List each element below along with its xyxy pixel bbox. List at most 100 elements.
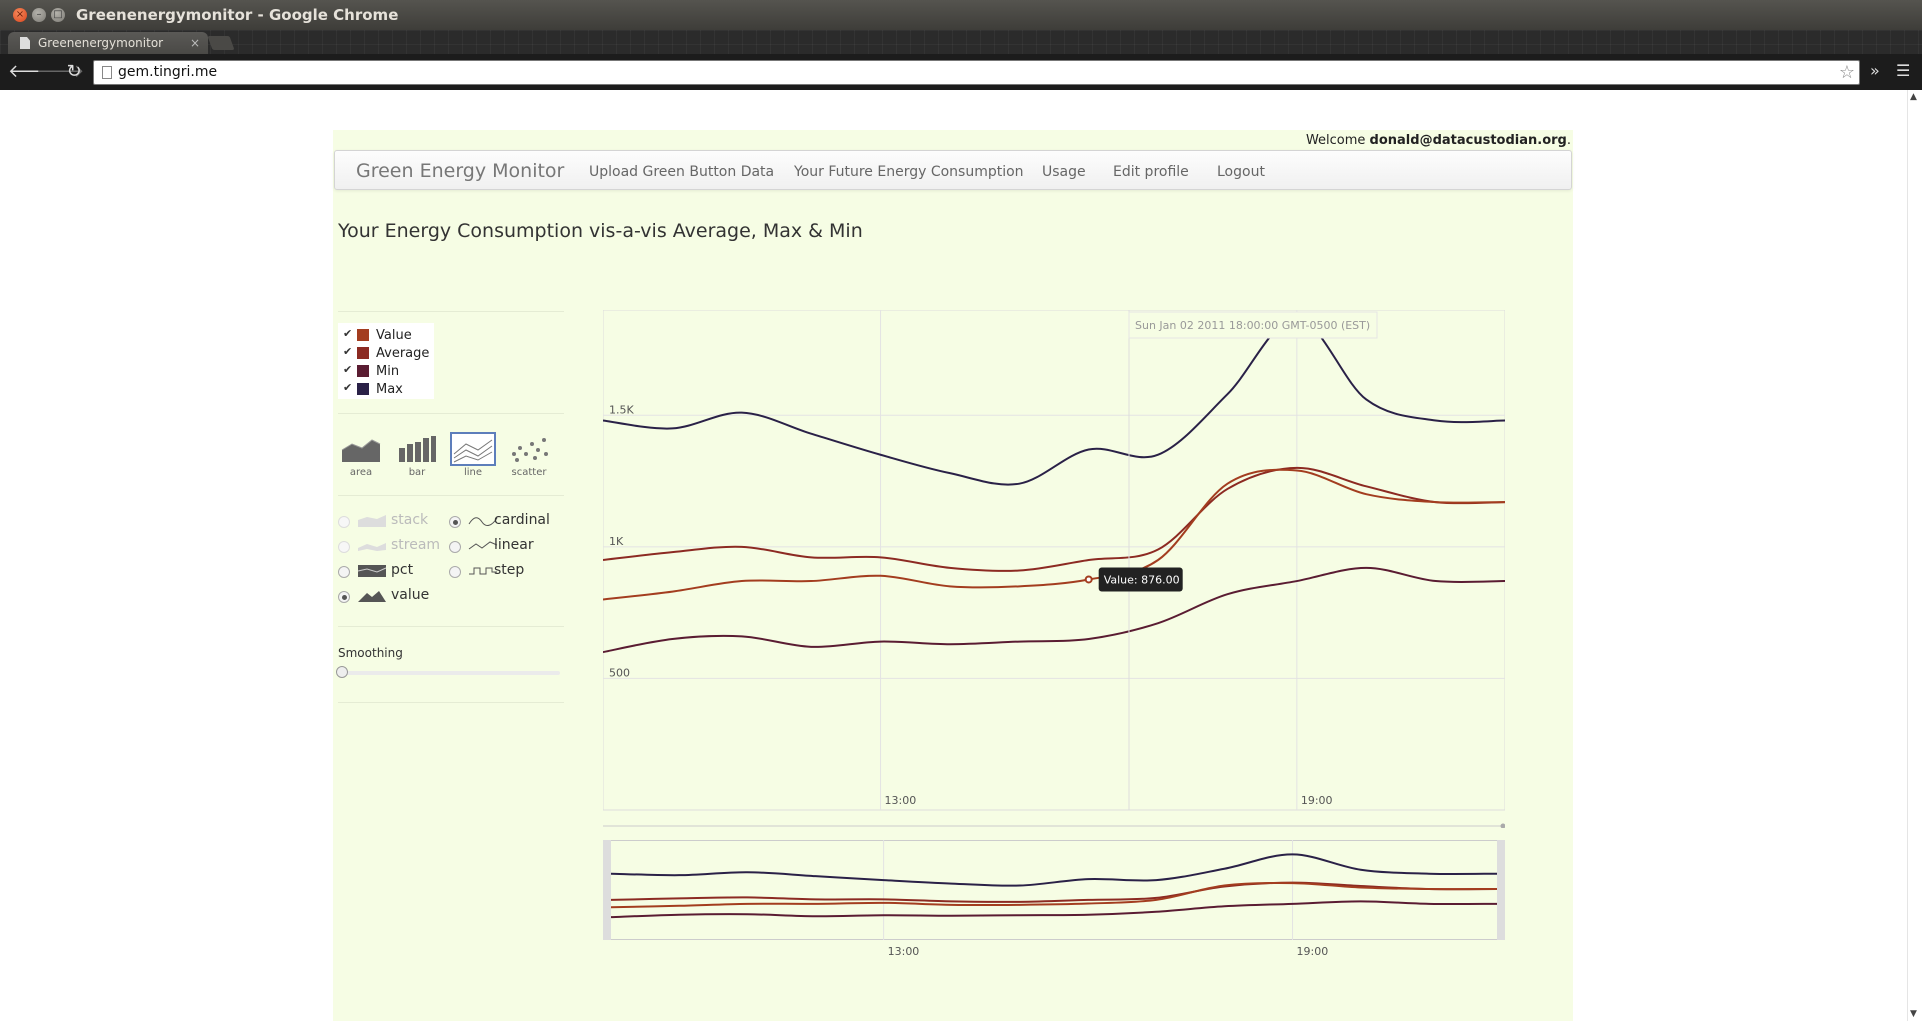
maximize-window-icon[interactable]: □ bbox=[51, 8, 65, 22]
range-preview-chart[interactable]: 13:00 19:00 bbox=[603, 840, 1505, 958]
radio-value[interactable] bbox=[338, 591, 350, 603]
legend-label: Min bbox=[376, 364, 400, 379]
page-title: Your Energy Consumption vis-a-vis Averag… bbox=[338, 220, 863, 242]
offset-value[interactable]: value bbox=[338, 587, 438, 607]
address-bar[interactable]: gem.tingri.me ☆ bbox=[93, 60, 1860, 85]
divider bbox=[338, 413, 564, 414]
extensions-overflow-icon[interactable]: » bbox=[1870, 61, 1880, 80]
check-icon[interactable]: ✔ bbox=[343, 327, 352, 340]
legend-label: Value bbox=[376, 328, 412, 343]
radio-stack[interactable] bbox=[338, 516, 350, 528]
minimize-window-icon[interactable]: – bbox=[32, 8, 46, 22]
radio-stream[interactable] bbox=[338, 541, 350, 553]
nav-usage[interactable]: Usage bbox=[1042, 164, 1086, 180]
renderer-label: scatter bbox=[511, 467, 547, 478]
radio-cardinal[interactable] bbox=[449, 516, 461, 528]
window-titlebar: × – □ Greenenergymonitor - Google Chrome bbox=[0, 0, 1922, 30]
renderer-line[interactable]: line bbox=[449, 432, 497, 478]
scroll-down-icon[interactable]: ▼ bbox=[1910, 1009, 1917, 1019]
tooltip-text: Value: 876.00 bbox=[1104, 573, 1180, 586]
plot-frame bbox=[603, 310, 1505, 811]
y-tick-labels: 500 1K 1.5K bbox=[609, 403, 634, 679]
smoothing-label: Smoothing bbox=[338, 646, 403, 660]
back-arrow-icon[interactable]: 🡐 bbox=[8, 61, 56, 83]
nav-edit-profile[interactable]: Edit profile bbox=[1113, 164, 1189, 180]
new-tab-button[interactable] bbox=[207, 36, 235, 50]
hover-annotation: Sun Jan 02 2011 18:00:00 GMT-0500 (EST) bbox=[1135, 319, 1370, 332]
welcome-message: Welcome donald@datacustodian.org. bbox=[1306, 133, 1571, 148]
nav-upload-green-button-data[interactable]: Upload Green Button Data bbox=[589, 164, 774, 180]
check-icon[interactable]: ✔ bbox=[343, 363, 352, 376]
series-line-max bbox=[603, 316, 1505, 486]
offset-pct[interactable]: pct bbox=[338, 562, 438, 582]
renderer-bar[interactable]: bar bbox=[393, 434, 441, 478]
renderer-area[interactable]: area bbox=[337, 434, 385, 478]
page-viewport: Welcome donald@datacustodian.org. Green … bbox=[0, 90, 1922, 1021]
brand-link[interactable]: Green Energy Monitor bbox=[356, 160, 564, 182]
series-line-average bbox=[603, 466, 1505, 572]
divider bbox=[338, 495, 564, 496]
check-icon[interactable]: ✔ bbox=[343, 381, 352, 394]
tab-close-icon[interactable]: × bbox=[190, 32, 200, 54]
renderer-label: area bbox=[349, 467, 373, 478]
reload-icon[interactable]: ↻ bbox=[63, 61, 85, 83]
page-container: Welcome donald@datacustodian.org. Green … bbox=[333, 130, 1573, 1021]
nav-logout[interactable]: Logout bbox=[1217, 164, 1265, 180]
preview-x-tick-label: 19:00 bbox=[1297, 945, 1329, 958]
chart-legend: ✔ Value ✔ Average ✔ Min ✔ Max bbox=[338, 323, 434, 399]
preview-right-handle[interactable] bbox=[1497, 840, 1505, 940]
preview-x-tick-label: 13:00 bbox=[888, 945, 920, 958]
preview-tick-labels: 13:00 19:00 bbox=[888, 945, 1329, 958]
forward-arrow-icon[interactable]: 🡒 bbox=[36, 61, 84, 83]
welcome-prefix: Welcome bbox=[1305, 133, 1366, 148]
interpolation-step[interactable]: step bbox=[449, 562, 559, 582]
smoothing-slider-track[interactable] bbox=[340, 671, 560, 675]
interpolation-cardinal[interactable]: cardinal bbox=[449, 512, 559, 532]
welcome-suffix: . bbox=[1566, 133, 1571, 148]
value-tooltip: Value: 876.00 bbox=[1084, 567, 1183, 592]
interpolation-label: cardinal bbox=[494, 512, 550, 528]
radio-step[interactable] bbox=[449, 566, 461, 578]
tab-title: Greenenergymonitor bbox=[38, 36, 164, 50]
bookmark-star-icon[interactable]: ☆ bbox=[1839, 62, 1855, 83]
y-tick-label: 1K bbox=[609, 535, 624, 548]
top-navbar: Green Energy Monitor Upload Green Button… bbox=[334, 150, 1572, 190]
renderer-scatter[interactable]: scatter bbox=[505, 434, 553, 478]
page-icon bbox=[102, 66, 112, 79]
legend-label: Average bbox=[376, 346, 430, 361]
area-chart-icon bbox=[341, 439, 381, 462]
legend-label: Max bbox=[376, 382, 403, 397]
range-slider-handle[interactable] bbox=[1500, 823, 1506, 829]
scroll-up-icon[interactable]: ▲ bbox=[1910, 92, 1917, 102]
interpolation-linear[interactable]: linear bbox=[449, 537, 559, 557]
x-tick-labels: 13:00 19:00 bbox=[885, 794, 1333, 807]
energy-line-chart[interactable]: Sun Jan 02 2011 18:00:00 GMT-0500 (EST) … bbox=[603, 310, 1505, 828]
x-tick-label: 13:00 bbox=[885, 794, 917, 807]
check-icon[interactable]: ✔ bbox=[343, 345, 352, 358]
legend-swatch bbox=[357, 365, 369, 377]
menu-icon[interactable]: ☰ bbox=[1896, 61, 1910, 80]
close-window-icon[interactable]: × bbox=[13, 8, 27, 22]
browser-toolbar: 🡐 🡒 ↻ gem.tingri.me ☆ » ☰ bbox=[0, 54, 1922, 90]
tab-strip: Greenenergymonitor × bbox=[0, 30, 1922, 54]
offset-stack[interactable]: stack bbox=[338, 512, 438, 532]
stream-icon bbox=[358, 543, 386, 551]
divider bbox=[338, 626, 564, 627]
browser-tab[interactable]: Greenenergymonitor × bbox=[8, 32, 208, 54]
radio-pct[interactable] bbox=[338, 566, 350, 578]
preview-left-handle[interactable] bbox=[603, 840, 611, 940]
offset-label: stack bbox=[391, 512, 429, 528]
offset-stream[interactable]: stream bbox=[338, 537, 440, 557]
stack-icon bbox=[358, 515, 386, 527]
nav-future-energy-consumption[interactable]: Your Future Energy Consumption bbox=[794, 164, 1024, 180]
pct-icon bbox=[357, 565, 387, 577]
radio-linear[interactable] bbox=[449, 541, 461, 553]
vertical-scrollbar[interactable]: ▲ ▼ bbox=[1907, 90, 1922, 1021]
interpolation-label: step bbox=[494, 562, 525, 578]
renderer-label: bar bbox=[408, 467, 426, 478]
y-tick-label: 500 bbox=[609, 666, 630, 679]
smoothing-slider-handle[interactable] bbox=[336, 666, 348, 678]
legend-swatch bbox=[357, 347, 369, 359]
url-text[interactable]: gem.tingri.me bbox=[118, 64, 217, 80]
scrollbar-thumb[interactable] bbox=[1911, 106, 1920, 512]
